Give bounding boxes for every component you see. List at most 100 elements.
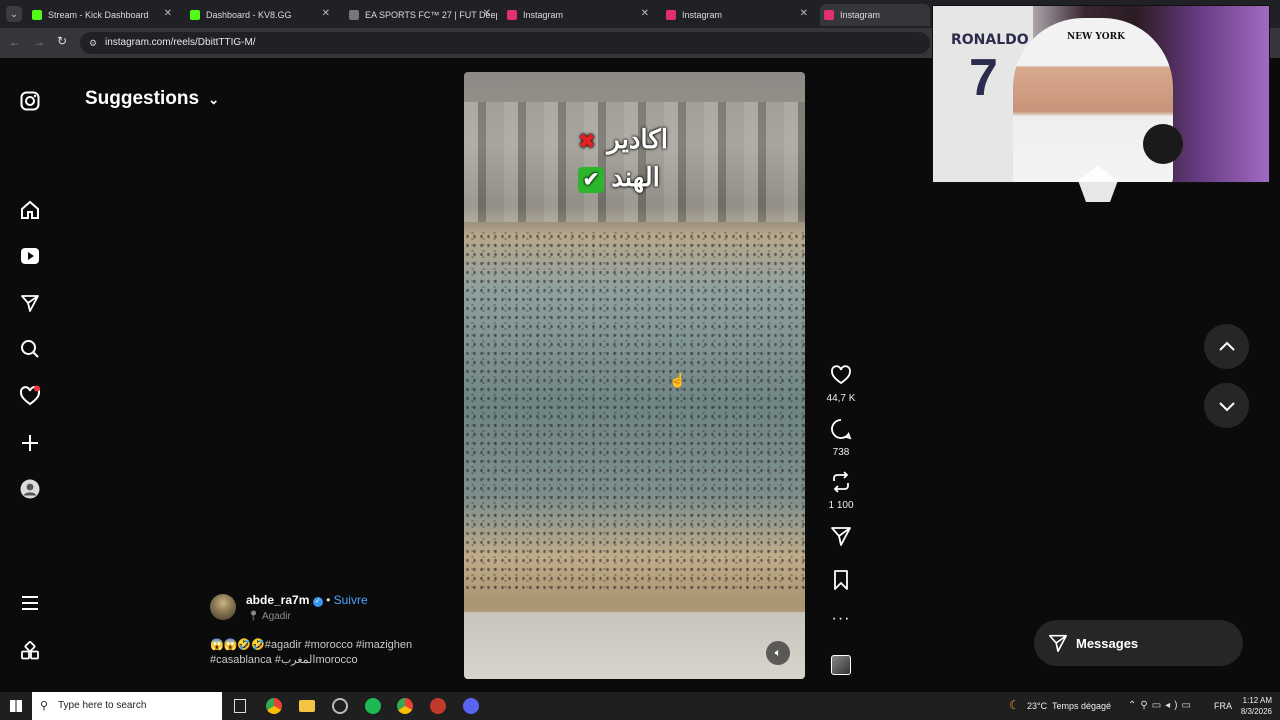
chevron-down-icon bbox=[1218, 401, 1235, 411]
tab-instagram-active[interactable]: Instagram bbox=[820, 4, 930, 26]
repost-icon bbox=[833, 471, 849, 493]
audio-thumbnail[interactable] bbox=[831, 655, 851, 675]
like-button[interactable]: 44,7 K bbox=[827, 364, 855, 404]
tab-label: Stream - Kick Dashboard bbox=[48, 10, 149, 20]
tab-instagram-1[interactable]: Instagram ✕ bbox=[503, 4, 655, 26]
previous-reel-button[interactable] bbox=[1204, 324, 1249, 369]
repost-count: 1 100 bbox=[828, 500, 854, 511]
share-button[interactable] bbox=[828, 525, 854, 552]
microphone bbox=[1143, 124, 1183, 164]
tab-kick-dashboard[interactable]: Stream - Kick Dashboard ✕ bbox=[28, 4, 178, 26]
spotify-icon[interactable] bbox=[365, 698, 381, 714]
tab-instagram-2[interactable]: Instagram ✕ bbox=[662, 4, 814, 26]
suggestions-title: Suggestions bbox=[85, 88, 200, 109]
clock[interactable]: 1:12 AM 8/3/2026 bbox=[1238, 695, 1272, 717]
app-icon-2[interactable] bbox=[430, 698, 446, 714]
chrome-icon[interactable] bbox=[266, 698, 282, 714]
location-row[interactable]: 📍︎ Agadir bbox=[247, 611, 291, 622]
site-info-icon[interactable]: ⚙ bbox=[89, 32, 97, 54]
comment-button[interactable]: 738 bbox=[828, 418, 854, 458]
weather-text[interactable]: 23°C Temps dégagé bbox=[1027, 701, 1111, 711]
more-icon: ··· bbox=[831, 610, 851, 627]
cross-mark-icon: ✖ bbox=[578, 131, 596, 153]
overlay-text-1: اكادير bbox=[607, 124, 668, 154]
tab-list-icon[interactable]: ⌄ bbox=[6, 6, 22, 22]
author-username[interactable]: abde_ra7m bbox=[246, 593, 309, 607]
search-icon: ⚲ bbox=[40, 700, 49, 712]
like-count: 44,7 K bbox=[826, 393, 856, 404]
app-icon-3[interactable] bbox=[463, 698, 479, 714]
cap-text: NEW YORK bbox=[1067, 32, 1125, 42]
search-icon[interactable] bbox=[18, 337, 42, 361]
tab-label: Instagram bbox=[523, 10, 564, 20]
tab-label: Dashboard - KV8.GG bbox=[206, 10, 292, 20]
mouse-cursor-icon: ☝ bbox=[669, 372, 687, 388]
messages-label: Messages bbox=[1076, 635, 1139, 651]
close-icon[interactable]: ✕ bbox=[800, 8, 808, 19]
location-label: Agadir bbox=[261, 611, 291, 622]
suggestions-dropdown[interactable]: Suggestions ⌄ bbox=[85, 88, 219, 110]
instagram-icon bbox=[507, 10, 517, 20]
menu-icon[interactable] bbox=[18, 591, 42, 615]
kv8-icon bbox=[190, 10, 200, 20]
profile-avatar-icon[interactable] bbox=[18, 477, 42, 501]
repost-button[interactable]: 1 100 bbox=[828, 471, 854, 511]
system-tray-icons[interactable]: ⌃⚲▭◂)▭ bbox=[1128, 700, 1195, 711]
app-icon-1[interactable] bbox=[332, 698, 348, 714]
notifications-heart-icon[interactable] bbox=[18, 384, 42, 408]
taskbar-search-box[interactable]: ⚲ Type here to search bbox=[32, 692, 222, 720]
tab-kv8-dashboard[interactable]: Dashboard - KV8.GG ✕ bbox=[186, 4, 336, 26]
chevron-down-icon: ⌄ bbox=[208, 92, 220, 107]
direct-send-icon[interactable] bbox=[18, 291, 42, 315]
forward-icon[interactable]: → bbox=[33, 35, 45, 49]
reels-icon[interactable] bbox=[18, 244, 42, 268]
follow-button[interactable]: Suivre bbox=[334, 593, 368, 607]
task-view-icon[interactable] bbox=[234, 699, 246, 713]
close-icon[interactable]: ✕ bbox=[322, 8, 330, 19]
next-reel-button[interactable] bbox=[1204, 383, 1249, 428]
create-plus-icon[interactable] bbox=[18, 431, 42, 455]
clock-time: 1:12 AM bbox=[1242, 696, 1272, 705]
reload-icon[interactable]: ↻ bbox=[57, 34, 67, 48]
author-row: abde_ra7m ✓ • Suivre bbox=[246, 593, 368, 607]
more-options-button[interactable]: ··· bbox=[828, 610, 854, 628]
close-icon[interactable]: ✕ bbox=[641, 8, 649, 19]
tab-label: Instagram bbox=[682, 10, 723, 20]
overlay-line-agadir: اكادير ✖ bbox=[574, 124, 668, 155]
tab-label: EA SPORTS FC™ 27 | FUT Deep bbox=[365, 10, 497, 20]
heart-icon bbox=[831, 365, 851, 385]
file-explorer-icon[interactable] bbox=[299, 700, 315, 712]
apps-grid-icon[interactable] bbox=[18, 639, 42, 663]
reel-video[interactable]: اكادير ✖ الهند ✔ 🔈︎ bbox=[464, 72, 805, 679]
taskbar-search-placeholder: Type here to search bbox=[58, 700, 147, 711]
separator-dot: • bbox=[326, 593, 331, 607]
tab-label: Instagram bbox=[840, 10, 881, 20]
url-input[interactable]: ⚙ instagram.com/reels/DbittTTIG-M/ bbox=[80, 32, 930, 54]
caption: 😱😱🤣🤣#agadir #morocco #imazighen #casabla… bbox=[210, 638, 412, 668]
tab-ea-sports[interactable]: EA SPORTS FC™ 27 | FUT Deep ✕ bbox=[345, 4, 497, 26]
share-icon bbox=[831, 527, 851, 546]
save-button[interactable] bbox=[828, 569, 854, 596]
caption-line-1: 😱😱🤣🤣#agadir #morocco #imazighen bbox=[210, 639, 413, 651]
mute-toggle-icon[interactable]: 🔈︎ bbox=[766, 641, 790, 665]
instagram-icon bbox=[666, 10, 676, 20]
jersey-name: RONALDO bbox=[951, 32, 1029, 48]
windows-start-icon[interactable] bbox=[10, 700, 22, 712]
chevron-up-icon bbox=[1218, 341, 1235, 351]
comment-count: 738 bbox=[832, 447, 850, 458]
overlay-text-2: الهند bbox=[611, 162, 660, 192]
chrome-icon-2[interactable] bbox=[397, 698, 413, 714]
back-icon[interactable]: ← bbox=[9, 35, 21, 49]
language-indicator[interactable]: FRA bbox=[1214, 701, 1232, 711]
messages-button[interactable]: Messages bbox=[1034, 620, 1243, 666]
close-icon[interactable]: ✕ bbox=[164, 8, 172, 19]
home-icon[interactable] bbox=[18, 198, 42, 222]
caption-line-2: #casablanca #المغربmorocco bbox=[210, 654, 358, 666]
close-icon[interactable]: ✕ bbox=[483, 8, 491, 19]
check-mark-icon: ✔ bbox=[578, 167, 604, 193]
instagram-logo-icon[interactable] bbox=[18, 89, 42, 113]
beach-crowd bbox=[464, 232, 805, 592]
comment-icon bbox=[831, 419, 852, 440]
author-avatar[interactable] bbox=[210, 594, 236, 620]
verified-badge-icon: ✓ bbox=[312, 597, 323, 607]
